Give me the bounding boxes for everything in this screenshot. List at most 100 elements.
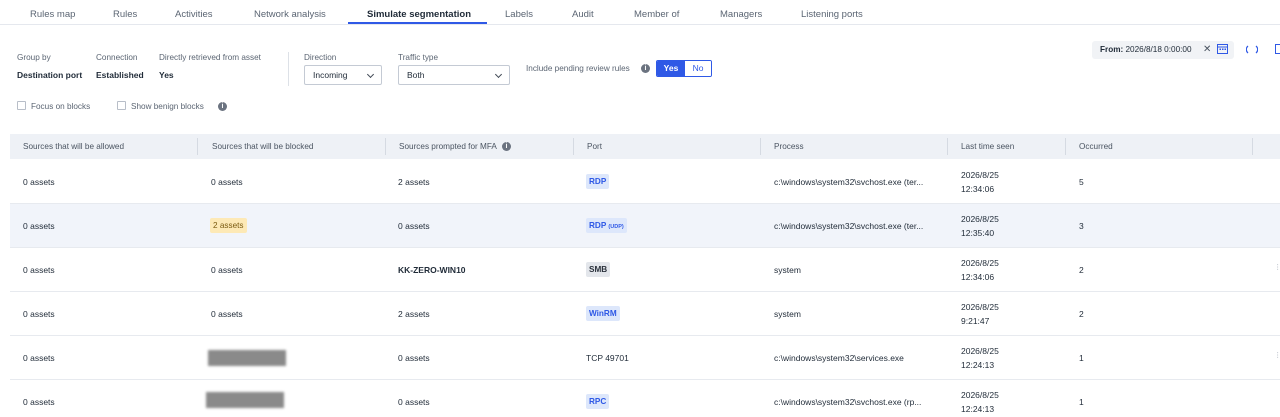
table-row[interactable]: 0 assets 0 assets KK-ZERO-WIN10 SMB syst… <box>10 248 1280 292</box>
calendar-icon[interactable] <box>1217 43 1228 58</box>
mfa-cell: 0 assets <box>398 221 430 231</box>
row-menu-icon[interactable]: ··· <box>1272 263 1280 270</box>
tab-labels[interactable]: Labels <box>505 9 533 20</box>
table-row[interactable]: 0 assets 0 assets RPC c:\windows\system3… <box>10 380 1280 417</box>
pending-no-button[interactable]: No <box>685 61 711 76</box>
tab-listening-ports[interactable]: Listening ports <box>801 9 863 20</box>
pending-review-label: Include pending review rules <box>526 64 630 73</box>
port-cell: WinRM <box>586 306 620 321</box>
col-divider[interactable] <box>1252 138 1253 155</box>
last-seen-date: 2026/8/25 <box>961 258 999 268</box>
last-seen-date: 2026/8/25 <box>961 302 999 312</box>
export-icon[interactable] <box>1275 43 1280 58</box>
process-cell: system <box>774 309 801 319</box>
checkbox-icon[interactable] <box>17 101 26 110</box>
port-cell: SMB <box>586 262 611 277</box>
allowed-cell: 0 assets <box>23 309 55 319</box>
tab-activities[interactable]: Activities <box>175 9 212 20</box>
checkbox-icon[interactable] <box>117 101 126 110</box>
col-divider[interactable] <box>385 138 386 155</box>
port-badge: SMB <box>586 262 611 277</box>
pending-yes-button[interactable]: Yes <box>657 61 685 76</box>
date-filter-prefix: From: <box>1100 45 1124 54</box>
redacted-block <box>208 350 286 366</box>
mfa-cell: 2 assets <box>398 309 430 319</box>
col-divider[interactable] <box>947 138 948 155</box>
table-row[interactable]: 0 assets 0 assets 2 assets WinRM system … <box>10 292 1280 336</box>
col-divider[interactable] <box>1065 138 1066 155</box>
process-cell: c:\windows\system32\svchost.exe (ter... <box>774 221 924 231</box>
blocked-cell[interactable]: 2 assets <box>210 218 247 233</box>
last-seen-date: 2026/8/25 <box>961 390 999 400</box>
col-divider[interactable] <box>573 138 574 155</box>
last-seen-time: 12:35:40 <box>961 228 995 238</box>
filter-divider <box>288 52 289 86</box>
allowed-cell: 0 assets <box>23 353 55 363</box>
directly-retrieved-label: Directly retrieved from asset <box>159 53 261 62</box>
close-icon[interactable]: ✕ <box>1203 44 1211 56</box>
col-last-seen[interactable]: Last time seen <box>961 134 1014 159</box>
port-cell: RPC <box>586 394 610 409</box>
occurred-cell: 5 <box>1079 177 1084 187</box>
last-seen-date: 2026/8/25 <box>961 214 999 224</box>
tab-member-of[interactable]: Member of <box>634 9 679 20</box>
occurred-cell: 1 <box>1079 397 1084 407</box>
tab-managers[interactable]: Managers <box>720 9 762 20</box>
directly-retrieved-value[interactable]: Yes <box>159 70 174 80</box>
tab-bar: Rules map Rules Activities Network analy… <box>0 0 1280 25</box>
col-divider[interactable] <box>760 138 761 155</box>
occurred-cell: 2 <box>1079 309 1084 319</box>
table-row[interactable]: 0 assets 2 assets 0 assets RDP (UDP) c:\… <box>10 204 1280 248</box>
table-row[interactable]: 0 assets 0 assets 2 assets RDP c:\window… <box>10 160 1280 204</box>
tab-rules-map[interactable]: Rules map <box>30 9 75 20</box>
blocked-cell: 0 assets <box>211 265 243 275</box>
traffic-type-select[interactable]: Both <box>398 65 510 85</box>
date-filter-value: 2026/8/18 0:00:00 <box>1125 45 1192 54</box>
mfa-cell: 0 assets <box>398 397 430 407</box>
chevron-down-icon <box>494 70 503 79</box>
mfa-cell: 2 assets <box>398 177 430 187</box>
connection-label: Connection <box>96 53 138 62</box>
occurred-cell: 1 <box>1079 353 1084 363</box>
port-protocol: (UDP) <box>608 224 624 230</box>
table-row[interactable]: 0 assets 0 assets TCP 49701 c:\windows\s… <box>10 336 1280 380</box>
last-seen-time: 9:21:47 <box>961 316 990 326</box>
port-cell: RDP (UDP) <box>586 218 627 233</box>
tab-simulate-segmentation[interactable]: Simulate segmentation <box>367 9 471 20</box>
port-badge: RDP <box>586 174 610 189</box>
direction-label: Direction <box>304 53 337 62</box>
tab-audit[interactable]: Audit <box>572 9 594 20</box>
refresh-icon[interactable] <box>1245 44 1259 59</box>
port-name: RDP <box>589 221 607 230</box>
process-cell: system <box>774 265 801 275</box>
col-mfa[interactable]: Sources prompted for MFA <box>399 134 497 159</box>
show-benign-blocks-checkbox[interactable]: Show benign blocks <box>117 101 204 111</box>
tab-rules[interactable]: Rules <box>113 9 137 20</box>
info-icon[interactable]: i <box>502 142 511 151</box>
allowed-cell: 0 assets <box>23 177 55 187</box>
info-icon[interactable]: i <box>641 64 650 73</box>
pending-review-toggle: Yes No <box>656 60 712 77</box>
direction-select[interactable]: Incoming <box>304 65 382 85</box>
col-occurred[interactable]: Occurred <box>1079 134 1113 159</box>
port-badge: WinRM <box>586 306 620 321</box>
row-menu-icon[interactable]: ··· <box>1272 351 1280 358</box>
tab-network-analysis[interactable]: Network analysis <box>254 9 326 20</box>
col-port[interactable]: Port <box>587 134 602 159</box>
col-allowed[interactable]: Sources that will be allowed <box>23 134 124 159</box>
focus-on-blocks-checkbox[interactable]: Focus on blocks <box>17 101 90 111</box>
col-divider[interactable] <box>197 138 198 155</box>
chevron-down-icon <box>366 70 375 79</box>
date-filter[interactable]: From: 2026/8/18 0:00:00 <box>1092 41 1234 59</box>
connection-value[interactable]: Established <box>96 70 144 80</box>
process-cell: c:\windows\system32\svchost.exe (ter... <box>774 177 924 187</box>
group-by-value[interactable]: Destination port <box>17 70 82 80</box>
last-seen-date: 2026/8/25 <box>961 346 999 356</box>
col-process[interactable]: Process <box>774 134 804 159</box>
last-seen-time: 12:34:06 <box>961 272 995 282</box>
last-seen-date: 2026/8/25 <box>961 170 999 180</box>
process-cell: c:\windows\system32\svchost.exe (rp... <box>774 397 922 407</box>
col-blocked[interactable]: Sources that will be blocked <box>212 134 314 159</box>
info-icon[interactable]: i <box>218 102 227 111</box>
active-tab-indicator <box>348 22 487 24</box>
